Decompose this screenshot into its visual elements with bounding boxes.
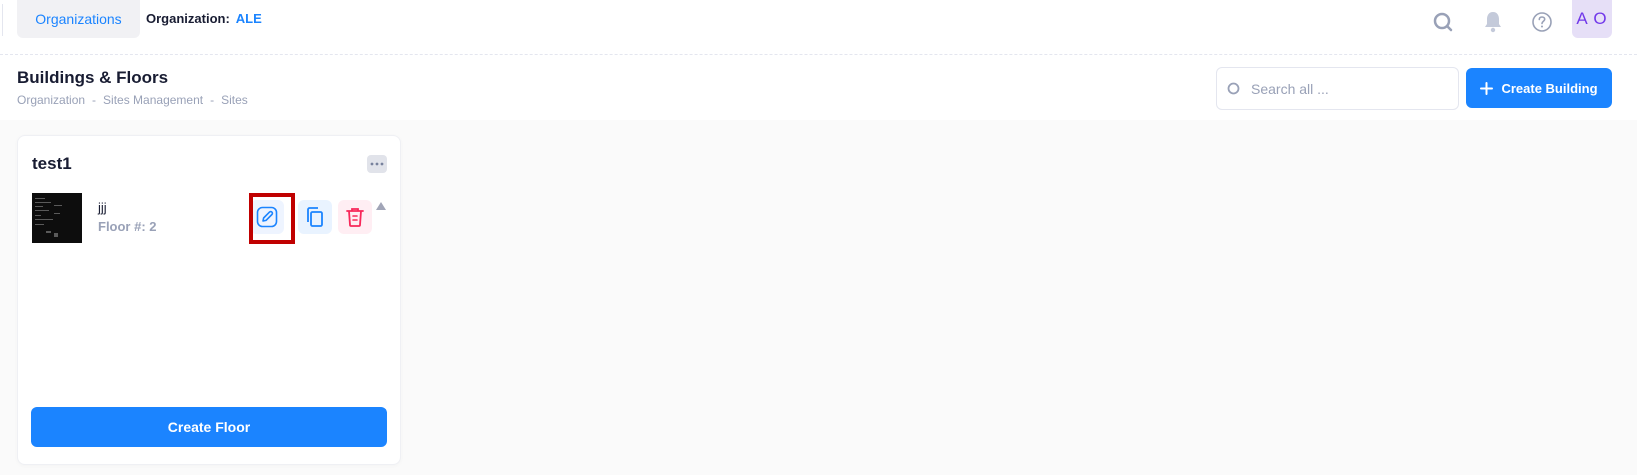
organizations-tab[interactable]: Organizations [17, 0, 140, 38]
sidebar-edge [0, 4, 3, 36]
organization-label: Organization: [146, 11, 230, 26]
breadcrumb-item-sites[interactable]: Sites [221, 93, 248, 107]
search-icon [1227, 82, 1240, 94]
search-input[interactable] [1249, 79, 1449, 98]
create-floor-label: Create Floor [167, 419, 251, 435]
user-avatar[interactable]: A O [1572, 0, 1612, 38]
breadcrumb-item-sites-management[interactable]: Sites Management [103, 93, 203, 107]
plus-icon [1480, 81, 1494, 95]
breadcrumb: Organization - Sites Management - Sites [17, 93, 248, 107]
organizations-tab-label: Organizations [35, 11, 122, 27]
page-header: Buildings & Floors Organization - Sites … [0, 56, 1637, 120]
search-box[interactable] [1216, 67, 1459, 110]
copy-floor-button[interactable] [298, 200, 332, 234]
delete-floor-button[interactable] [338, 200, 372, 234]
building-card: test1 jjj Floor #: 2 Create Floor [17, 135, 401, 465]
trash-icon [346, 208, 364, 227]
edit-icon [256, 206, 278, 228]
floor-number: Floor #: 2 [98, 219, 157, 234]
building-name: test1 [32, 154, 72, 173]
main-content: test1 jjj Floor #: 2 Create Floor [0, 120, 1637, 475]
create-building-button[interactable]: Create Building [1466, 68, 1612, 108]
breadcrumb-separator: - [92, 93, 97, 107]
top-bar: Organizations Organization: ALE A O [0, 0, 1637, 55]
avatar-initials: A O [1576, 9, 1608, 28]
create-floor-button[interactable]: Create Floor [31, 407, 387, 447]
bell-icon[interactable] [1478, 7, 1508, 37]
organization-indicator: Organization: ALE [146, 11, 262, 26]
organization-value[interactable]: ALE [236, 11, 262, 26]
search-icon[interactable] [1428, 7, 1458, 37]
create-building-label: Create Building [1501, 80, 1598, 96]
page-title: Buildings & Floors [17, 68, 169, 87]
help-icon[interactable] [1527, 7, 1557, 37]
floor-name: jjj [98, 200, 107, 215]
scroll-up-arrow[interactable] [376, 197, 386, 210]
edit-floor-button[interactable] [250, 200, 284, 234]
more-dots-icon [370, 162, 384, 166]
breadcrumb-item-organization[interactable]: Organization [17, 93, 85, 107]
floor-thumbnail[interactable] [32, 193, 82, 243]
breadcrumb-separator: - [210, 93, 215, 107]
copy-icon [307, 207, 323, 227]
more-options-button[interactable] [367, 155, 387, 173]
